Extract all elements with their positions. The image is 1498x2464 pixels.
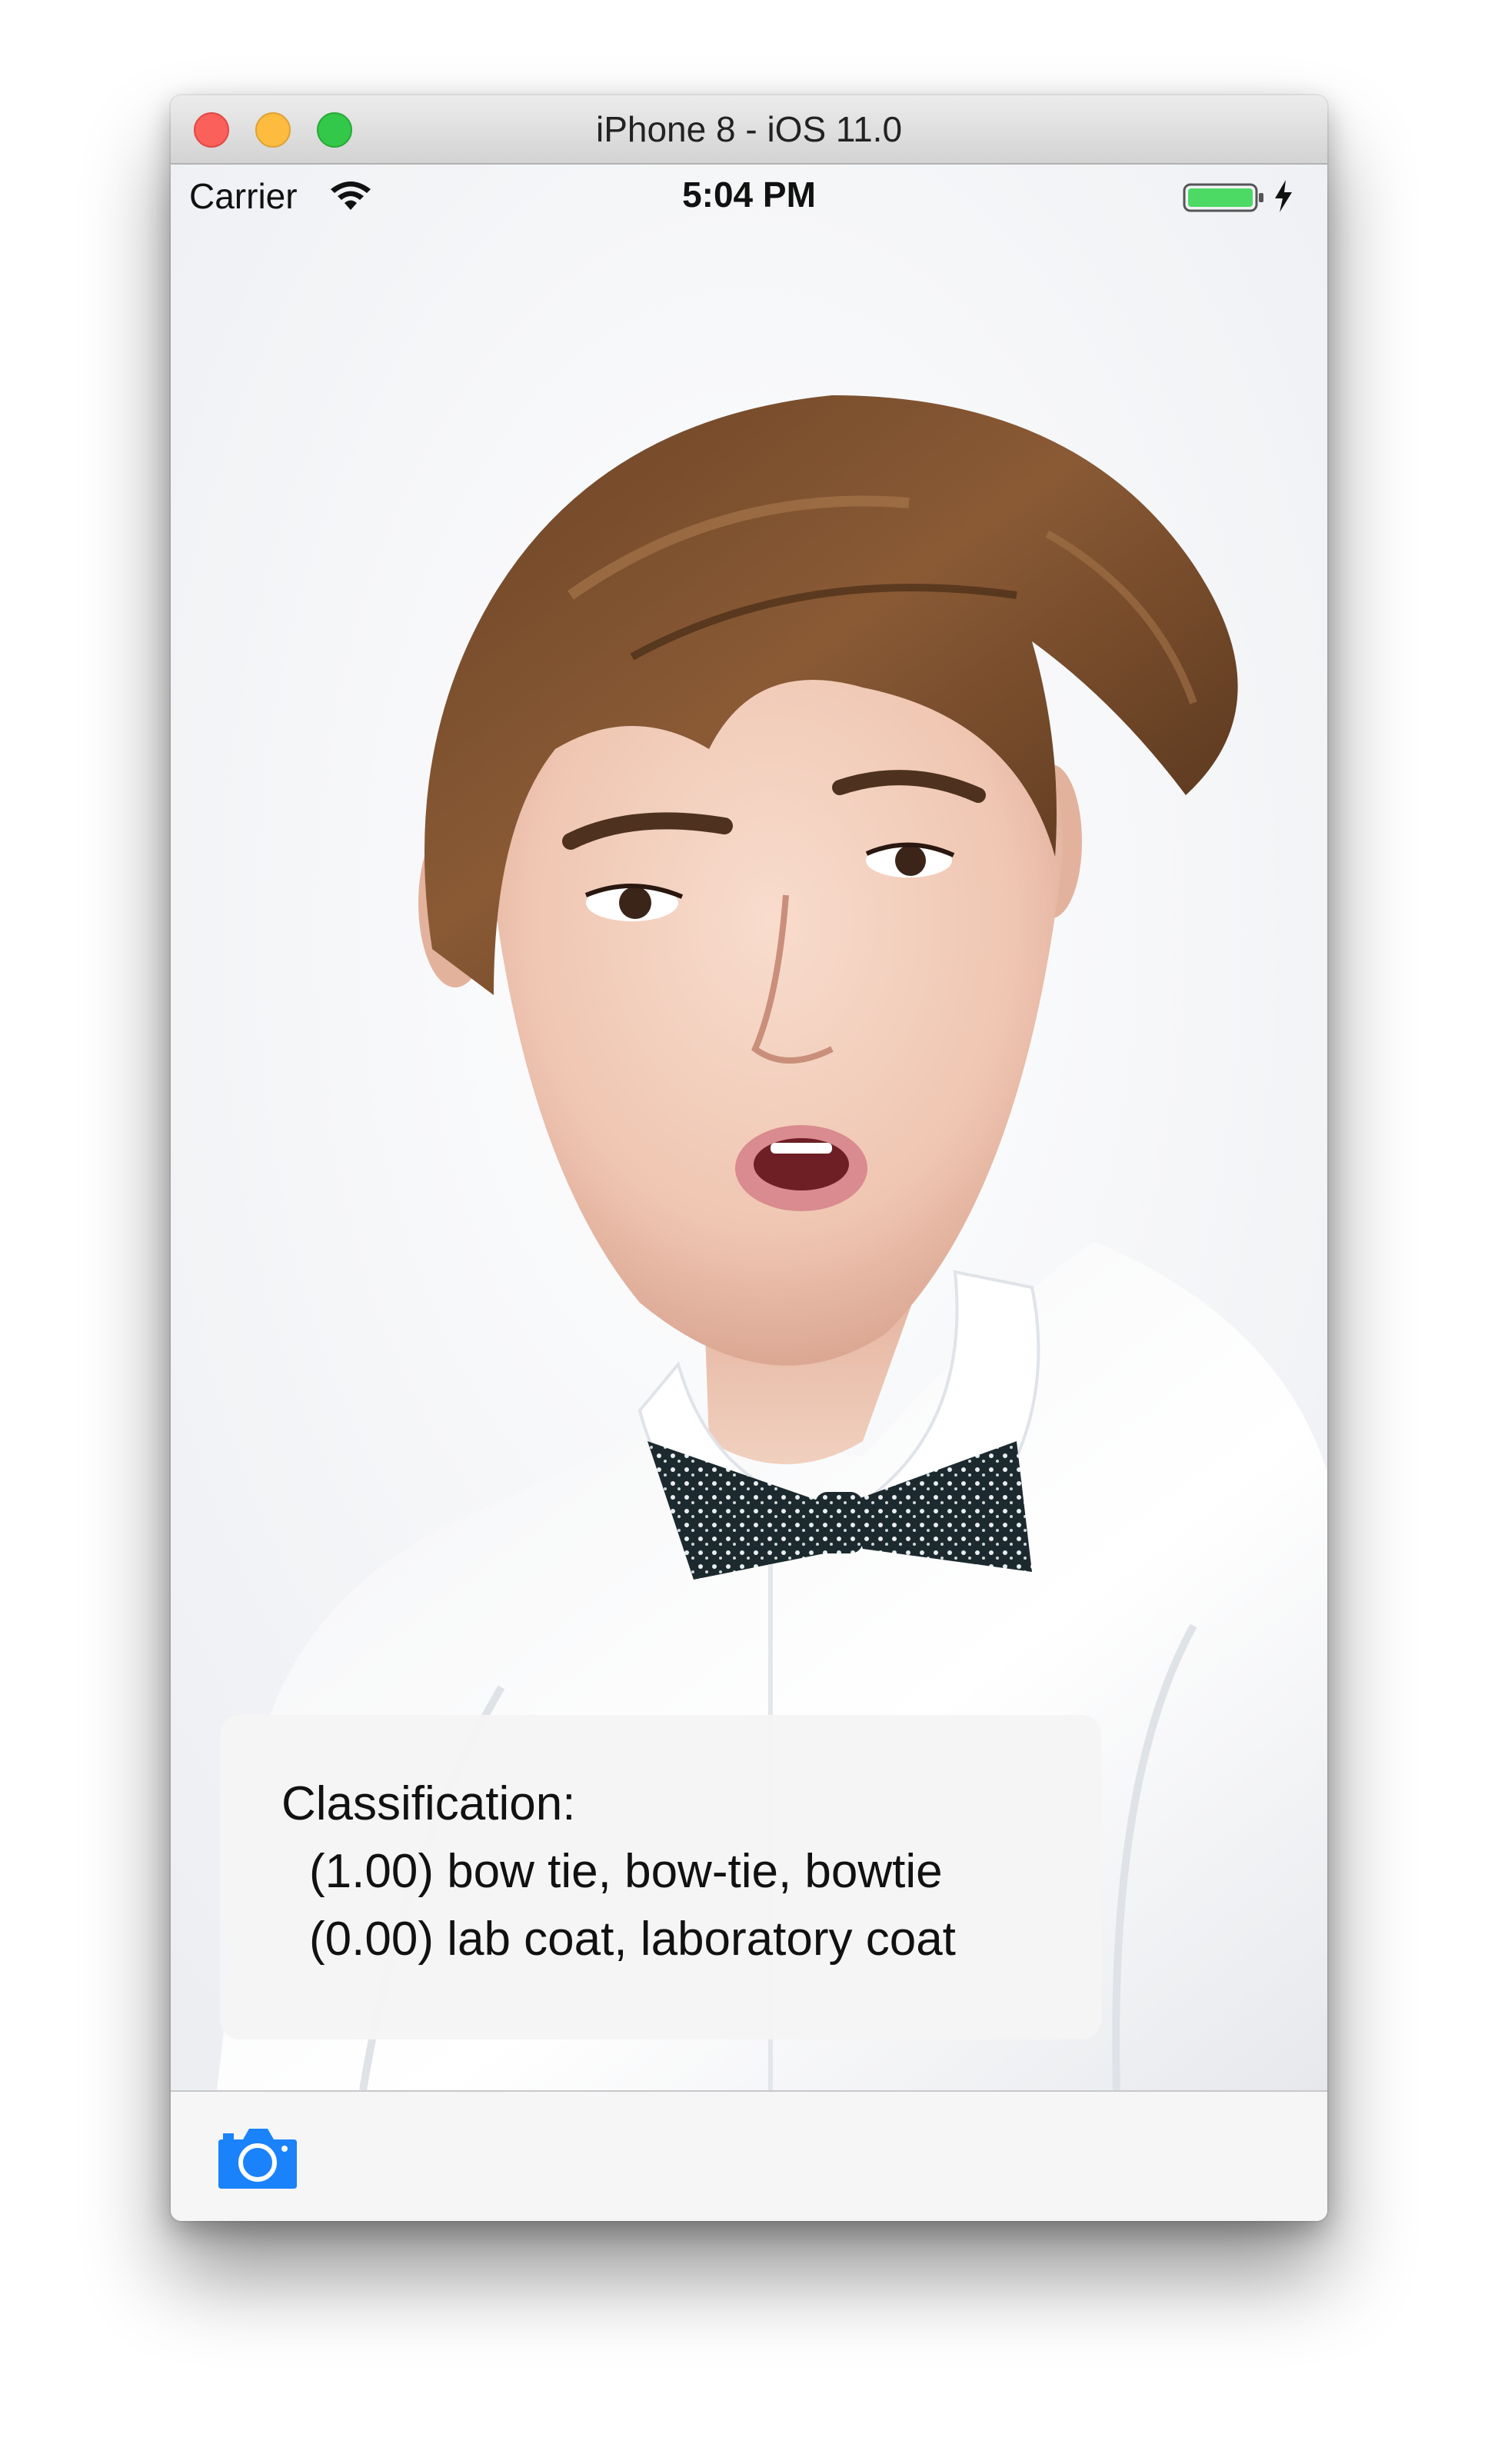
- status-bar: Carrier 5:04 PM: [171, 165, 1327, 229]
- battery-icon: [1183, 183, 1263, 212]
- classification-title: Classification:: [281, 1777, 576, 1830]
- camera-icon[interactable]: [217, 2124, 298, 2190]
- charging-bolt-icon: [1275, 180, 1292, 212]
- classification-result: (0.00) lab coat, laboratory coat: [309, 1913, 956, 1966]
- phone-screen: Carrier 5:04 PM Classification: (1.00) b…: [171, 165, 1327, 2221]
- desktop-background: iPhone 8 - iOS 11.0 Carrier 5:04 PM Clas…: [0, 0, 1498, 2464]
- simulator-title: iPhone 8 - iOS 11.0: [595, 109, 903, 149]
- simulator-window: iPhone 8 - iOS 11.0 Carrier 5:04 PM Clas…: [171, 95, 1327, 2221]
- classification-result: (1.00) bow tie, bow-tie, bowtie: [309, 1845, 943, 1898]
- simulator-title-bar: iPhone 8 - iOS 11.0: [171, 95, 1327, 165]
- bottom-toolbar: [171, 2090, 1327, 2221]
- status-time: 5:04 PM: [682, 175, 816, 215]
- classification-panel: Classification: (1.00) bow tie, bow-tie,…: [220, 1715, 1101, 2039]
